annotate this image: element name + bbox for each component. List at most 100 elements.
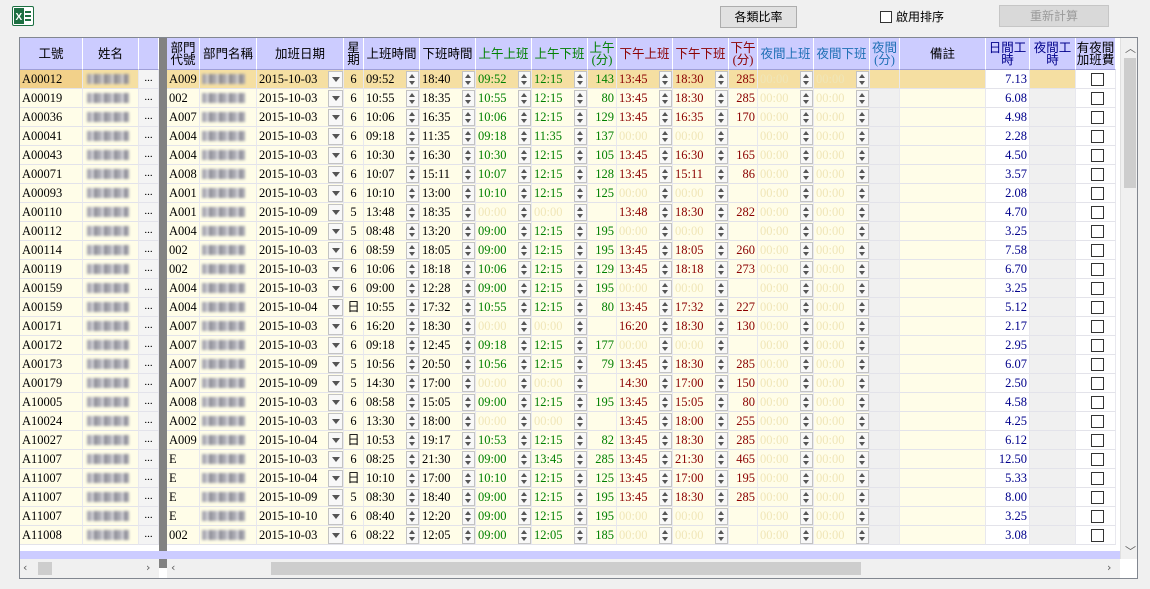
cell-ot-date[interactable]: 2015-10-04 (257, 298, 344, 317)
spin-arrows-icon[interactable] (518, 109, 531, 126)
spin-arrows-icon[interactable] (406, 109, 419, 126)
cell-pm-out[interactable]: 18:30 (673, 488, 729, 507)
cell-nt-in[interactable]: 00:00 (758, 431, 814, 450)
cell-night-fee[interactable] (1076, 412, 1116, 431)
cell-ot-date[interactable]: 2015-10-03 (257, 108, 344, 127)
cell-nt-in[interactable]: 00:00 (758, 222, 814, 241)
cell-start[interactable]: 10:06 (364, 260, 420, 279)
chevron-down-icon[interactable] (328, 204, 343, 221)
main-scroll-thumb[interactable] (271, 562, 861, 575)
spin-arrows-icon[interactable] (659, 375, 672, 392)
header-dept-name[interactable]: 部門名稱 (200, 38, 257, 70)
cell-am-in[interactable]: 10:55 (476, 89, 532, 108)
table-row[interactable]: A00119... 002 2015-10-03 6 10:06 18:18 10:06 12… (20, 260, 1116, 279)
spin-arrows-icon[interactable] (856, 375, 869, 392)
cell-am-in[interactable]: 09:18 (476, 127, 532, 146)
spin-arrows-icon[interactable] (659, 223, 672, 240)
spin-arrows-icon[interactable] (574, 356, 587, 373)
cell-pm-in[interactable]: 13:45 (617, 488, 673, 507)
cell-nt-in[interactable]: 00:00 (758, 298, 814, 317)
cell-pm-out[interactable]: 15:05 (673, 393, 729, 412)
cell-note[interactable] (900, 165, 986, 184)
chevron-down-icon[interactable] (328, 375, 343, 392)
cell-note[interactable] (900, 127, 986, 146)
spin-arrows-icon[interactable] (406, 375, 419, 392)
header-am-out[interactable]: 上午下班 (532, 38, 588, 70)
cell-more[interactable]: ... (139, 70, 159, 89)
spin-arrows-icon[interactable] (574, 299, 587, 316)
spin-arrows-icon[interactable] (659, 185, 672, 202)
night-fee-checkbox[interactable] (1091, 434, 1104, 447)
cell-am-out[interactable]: 12:15 (532, 355, 588, 374)
cell-end[interactable]: 16:35 (420, 108, 476, 127)
table-row[interactable]: A00173... A007 2015-10-09 5 10:56 20:50 10:56 1… (20, 355, 1116, 374)
cell-nt-in[interactable]: 00:00 (758, 108, 814, 127)
spin-arrows-icon[interactable] (462, 413, 475, 430)
cell-more[interactable]: ... (139, 412, 159, 431)
cell-am-out[interactable]: 12:15 (532, 222, 588, 241)
cell-night-fee[interactable] (1076, 184, 1116, 203)
spin-arrows-icon[interactable] (518, 223, 531, 240)
cell-nt-out[interactable]: 00:00 (814, 469, 870, 488)
cell-pm-in[interactable]: 13:45 (617, 450, 673, 469)
table-row[interactable]: A10024... A002 2015-10-03 6 13:30 18:00 00:00 0… (20, 412, 1116, 431)
cell-am-out[interactable]: 12:15 (532, 298, 588, 317)
cell-am-in[interactable]: 09:00 (476, 488, 532, 507)
cell-more[interactable]: ... (139, 431, 159, 450)
cell-night-fee[interactable] (1076, 241, 1116, 260)
cell-start[interactable]: 10:10 (364, 184, 420, 203)
spin-arrows-icon[interactable] (800, 375, 813, 392)
night-fee-checkbox[interactable] (1091, 206, 1104, 219)
cell-start[interactable]: 08:25 (364, 450, 420, 469)
night-fee-checkbox[interactable] (1091, 149, 1104, 162)
spin-arrows-icon[interactable] (462, 71, 475, 88)
cell-pm-in[interactable]: 13:45 (617, 70, 673, 89)
header-night-hours[interactable]: 夜間工 時 (1030, 38, 1076, 70)
cell-nt-out[interactable]: 00:00 (814, 317, 870, 336)
spin-arrows-icon[interactable] (462, 394, 475, 411)
cell-nt-in[interactable]: 00:00 (758, 146, 814, 165)
spin-arrows-icon[interactable] (518, 280, 531, 297)
cell-end[interactable]: 12:45 (420, 336, 476, 355)
cell-more[interactable]: ... (139, 108, 159, 127)
cell-ot-date[interactable]: 2015-10-03 (257, 89, 344, 108)
scroll-left-icon[interactable]: ‹ (23, 561, 27, 574)
cell-nt-in[interactable]: 00:00 (758, 279, 814, 298)
cell-am-out[interactable]: 12:15 (532, 393, 588, 412)
cell-pm-in[interactable]: 13:45 (617, 108, 673, 127)
spin-arrows-icon[interactable] (659, 147, 672, 164)
spin-arrows-icon[interactable] (574, 318, 587, 335)
row-more-button[interactable]: ... (139, 374, 158, 392)
cell-nt-in[interactable]: 00:00 (758, 70, 814, 89)
cell-night-fee[interactable] (1076, 165, 1116, 184)
cell-pm-out[interactable]: 15:11 (673, 165, 729, 184)
cell-pm-out[interactable]: 21:30 (673, 450, 729, 469)
spin-arrows-icon[interactable] (406, 261, 419, 278)
cell-night-fee[interactable] (1076, 393, 1116, 412)
night-fee-checkbox[interactable] (1091, 529, 1104, 542)
spin-arrows-icon[interactable] (800, 432, 813, 449)
spin-arrows-icon[interactable] (715, 223, 728, 240)
night-fee-checkbox[interactable] (1091, 168, 1104, 181)
spin-arrows-icon[interactable] (856, 413, 869, 430)
cell-end[interactable]: 17:00 (420, 469, 476, 488)
cell-note[interactable] (900, 317, 986, 336)
cell-am-out[interactable]: 12:15 (532, 108, 588, 127)
cell-note[interactable] (900, 412, 986, 431)
cell-am-in[interactable]: 09:00 (476, 393, 532, 412)
cell-start[interactable]: 08:58 (364, 393, 420, 412)
cell-am-in[interactable]: 09:00 (476, 526, 532, 545)
spin-arrows-icon[interactable] (856, 261, 869, 278)
row-more-button[interactable]: ... (139, 165, 158, 183)
cell-pm-in[interactable]: 00:00 (617, 184, 673, 203)
spin-arrows-icon[interactable] (574, 185, 587, 202)
spin-arrows-icon[interactable] (856, 489, 869, 506)
cell-am-out[interactable]: 12:15 (532, 241, 588, 260)
cell-more[interactable]: ... (139, 507, 159, 526)
cell-end[interactable]: 19:17 (420, 431, 476, 450)
cell-nt-out[interactable]: 00:00 (814, 336, 870, 355)
cell-nt-out[interactable]: 00:00 (814, 298, 870, 317)
cell-pm-in[interactable]: 13:45 (617, 355, 673, 374)
cell-am-out[interactable]: 12:15 (532, 184, 588, 203)
spin-arrows-icon[interactable] (659, 337, 672, 354)
